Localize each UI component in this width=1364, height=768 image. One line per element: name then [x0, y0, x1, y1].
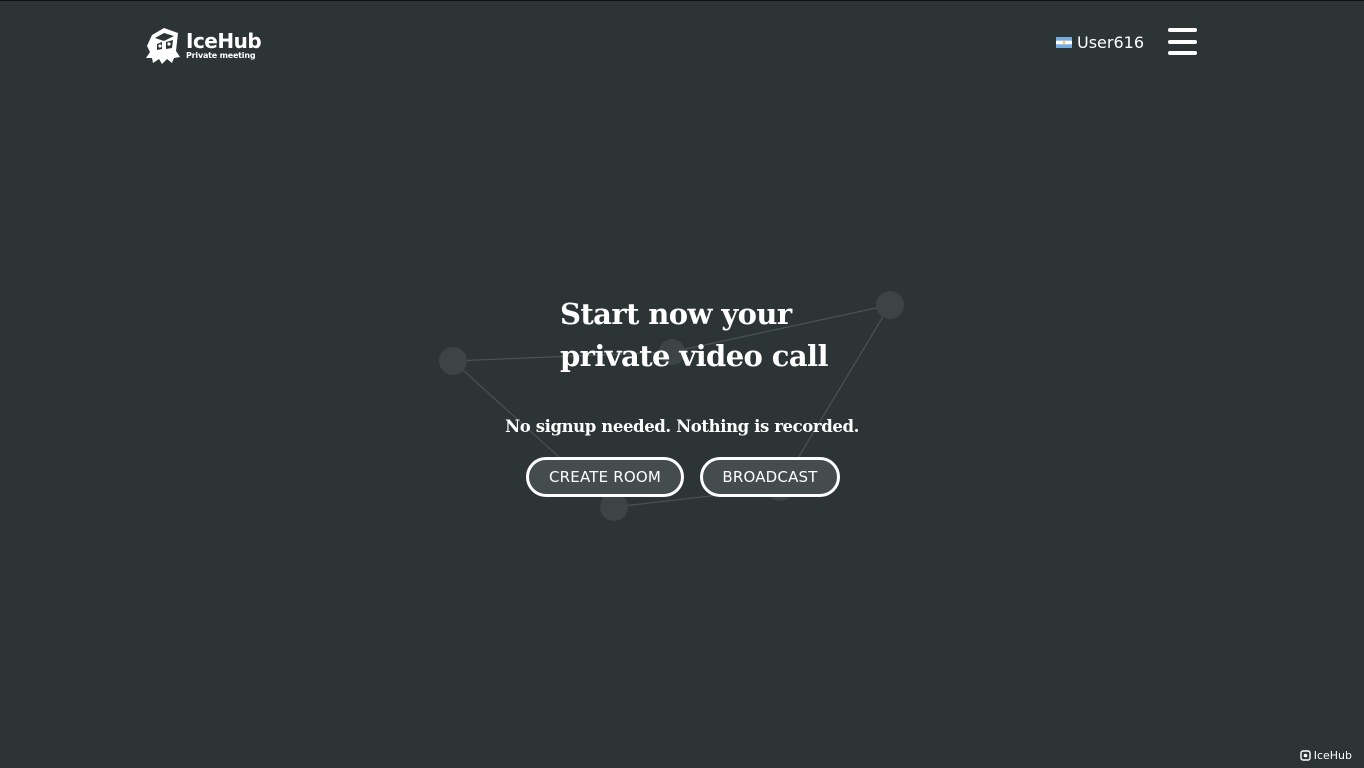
logo-name: IceHub — [186, 28, 262, 53]
menu-bar — [1168, 28, 1197, 32]
hero-title-line-1: Start now your — [560, 297, 792, 331]
broadcast-button[interactable]: BROADCAST — [700, 457, 840, 497]
argentina-flag-icon — [1055, 37, 1072, 48]
hero-title-line-2: private video call — [560, 339, 828, 373]
hero-subtitle: No signup needed. Nothing is recorded. — [505, 417, 859, 436]
hero-title: Start now your private video call — [560, 293, 880, 377]
badge-label: IceHub — [1313, 749, 1352, 762]
user-profile-button[interactable]: User616 — [1055, 33, 1144, 52]
icehub-badge[interactable]: IceHub — [1300, 749, 1352, 762]
background-network-graphic — [439, 291, 904, 521]
username: User616 — [1076, 33, 1144, 52]
hamburger-menu-icon[interactable] — [1168, 28, 1198, 56]
icehub-logo-icon — [146, 28, 180, 64]
menu-bar — [1168, 51, 1197, 55]
icehub-small-icon — [1300, 750, 1311, 761]
landing-page: IceHub Private meeting User616 Start now… — [0, 0, 1364, 768]
logo-tagline: Private meeting — [186, 50, 256, 60]
menu-bar — [1168, 39, 1197, 44]
logo-text: IceHub Private meeting — [186, 28, 262, 60]
icehub-logo-link[interactable]: IceHub Private meeting — [144, 25, 262, 65]
create-room-button[interactable]: CREATE ROOM — [526, 457, 684, 497]
